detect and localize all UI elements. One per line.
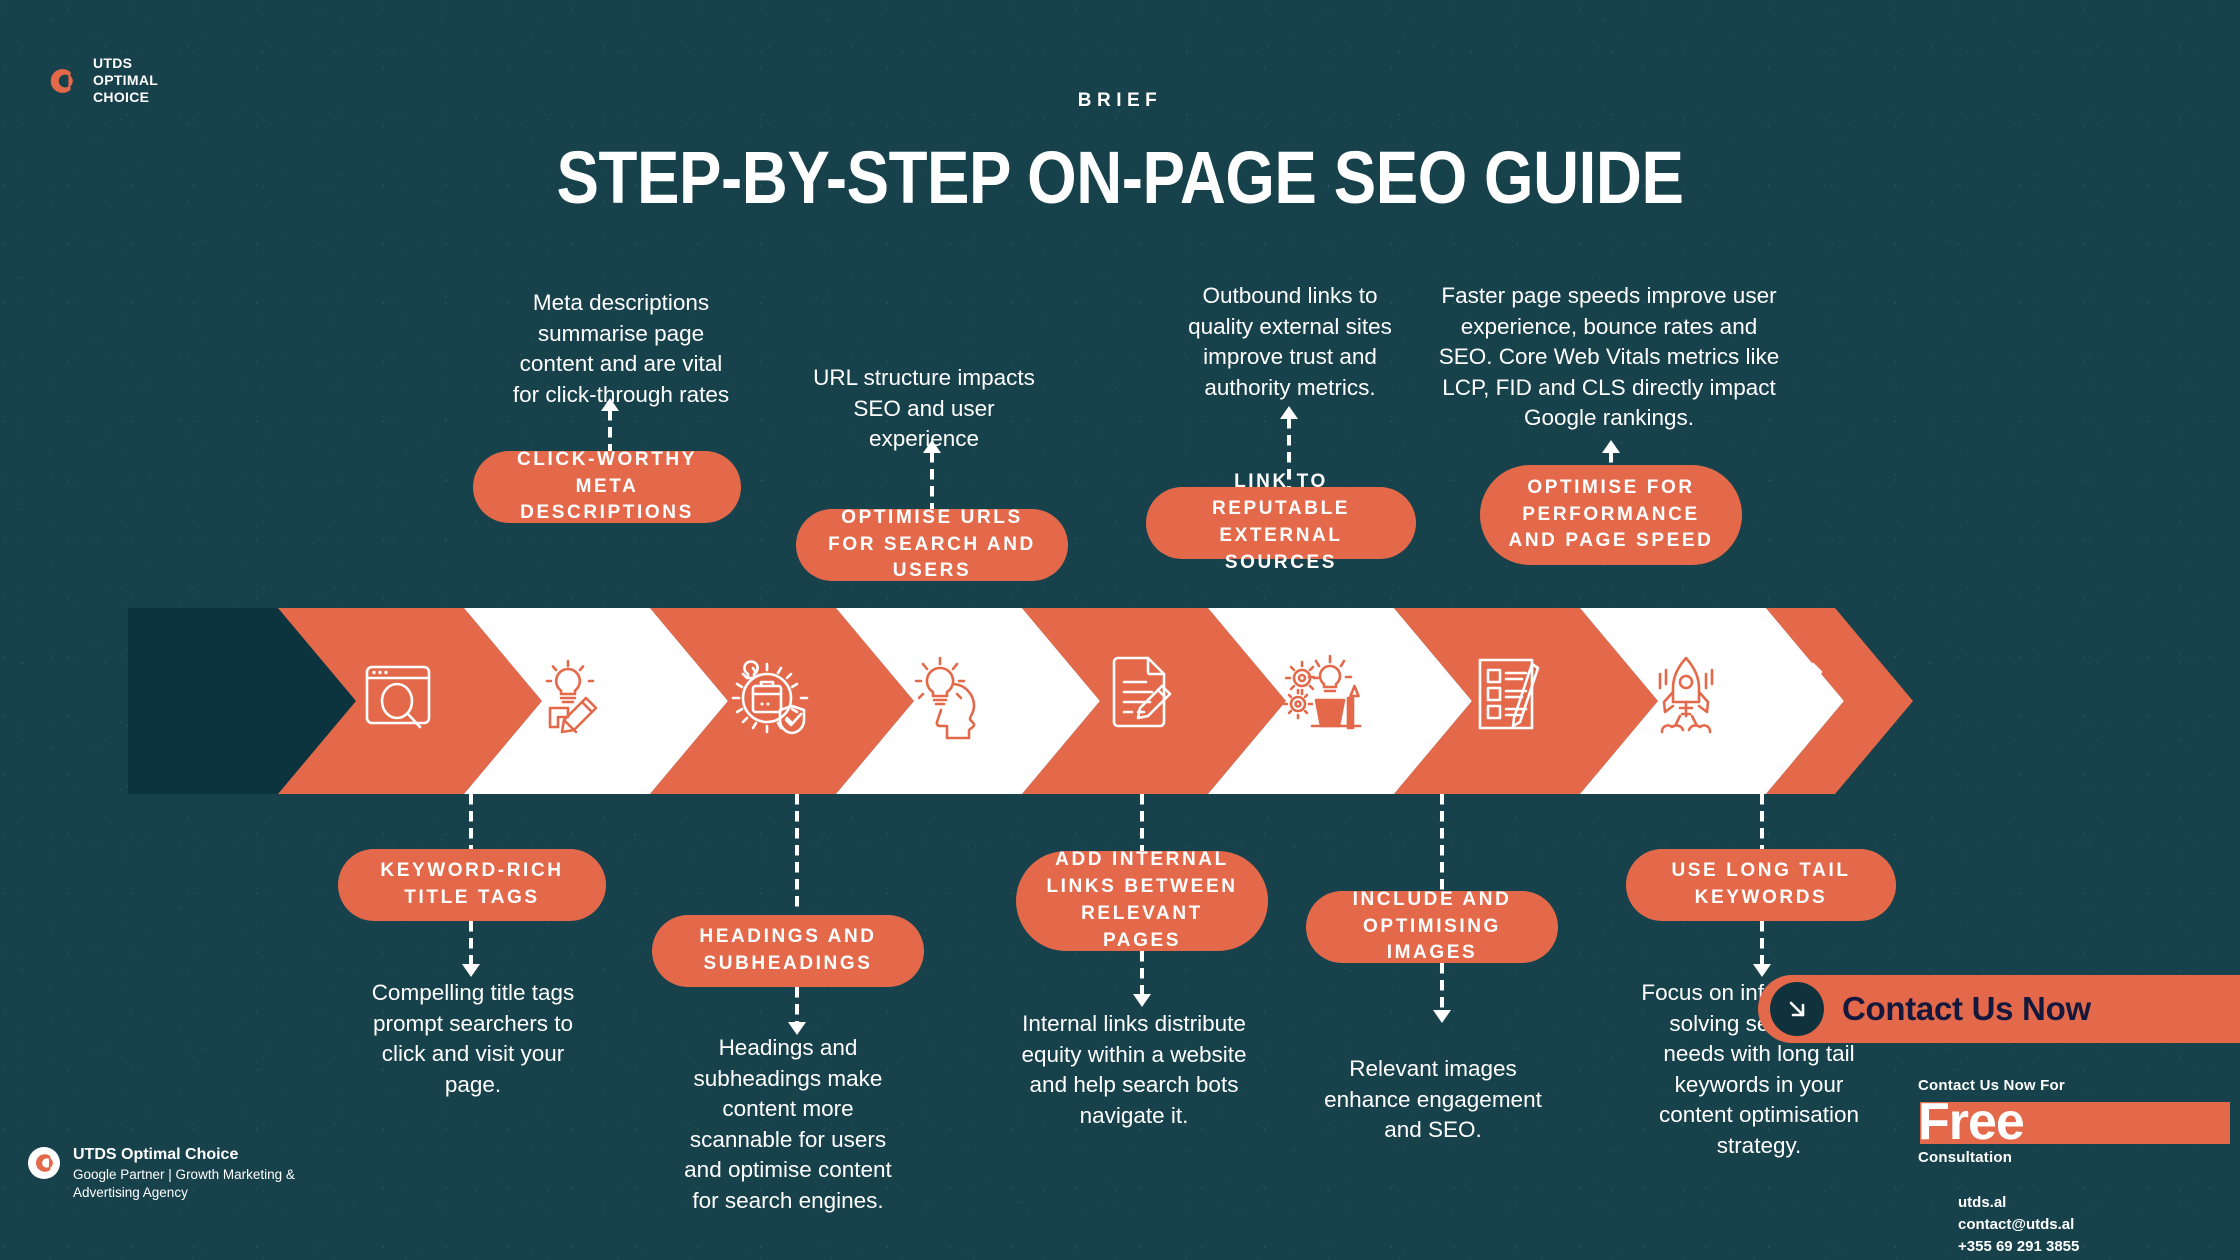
brand-logo-footer: UTDS Optimal Choice Google Partner | Gro… [28, 1145, 351, 1202]
connector-step-5-bottom [1132, 951, 1152, 1007]
note-step-1: Compelling title tags prompt searchers t… [371, 980, 575, 1097]
promo-highlight-text: Free [1918, 1093, 2025, 1151]
connector-step-7-bottom [1432, 963, 1452, 1023]
connector-stem [1140, 951, 1144, 995]
connector-stem [1440, 963, 1444, 1011]
logo-line-2: OPTIMAL [93, 72, 159, 89]
promo-line-1: Contact Us Now For [1918, 1077, 2065, 1094]
page-title: STEP-BY-STEP ON-PAGE SEO GUIDE [556, 136, 1684, 219]
connector-stem [469, 921, 473, 965]
connector-stem [795, 794, 799, 908]
connector-step-1-bottom [461, 921, 481, 977]
connector-step-9-top [1752, 794, 1772, 850]
arrow-head-icon [462, 964, 480, 977]
pill-step-4[interactable]: OPTIMISE URLS FOR SEARCH AND USERS [796, 507, 1068, 581]
promo-line-3: Consultation [1918, 1149, 2013, 1166]
pill-step-7[interactable]: INCLUDE AND OPTIMISING IMAGES [1306, 889, 1558, 963]
contact-us-now-label: Contact Us Now [1842, 990, 2091, 1027]
connector-step-7-top [1432, 794, 1452, 890]
connector-step-2-bottom [787, 987, 807, 1035]
note-step-5: Internal links distribute equity within … [1021, 1011, 1247, 1128]
note-step-6: Outbound links to quality external sites… [1188, 283, 1392, 400]
cta-widget: Contact Us Now Contact Us Now For Free C… [1758, 975, 2240, 1257]
pill-step-3[interactable]: CLICK-WORTHY META DESCRIPTIONS [473, 449, 741, 523]
pill-step-9[interactable]: USE LONG TAIL KEYWORDS [1626, 849, 1896, 921]
process-arrow-band [128, 608, 1913, 794]
pill-step-2[interactable]: HEADINGS AND SUBHEADINGS [652, 915, 924, 987]
promo-highlight-wrap: Free [1918, 1096, 2240, 1148]
connector-stem [1760, 794, 1764, 850]
connector-stem [1140, 794, 1144, 852]
contact-website[interactable]: utds.al [1958, 1192, 2240, 1214]
arrow-head-icon [1133, 994, 1151, 1007]
pill-step-5[interactable]: ADD INTERNAL LINKS BETWEEN RELEVANT PAGE… [1016, 849, 1268, 951]
connector-stem [1760, 921, 1764, 965]
pill-step-6[interactable]: LINK TO REPUTABLE EXTERNAL SOURCES [1146, 471, 1416, 573]
utds-circle-logo-icon [28, 1146, 60, 1179]
connector-step-9-bottom [1752, 921, 1772, 977]
chevron-list [278, 608, 1913, 794]
connector-step-1-top [461, 794, 481, 850]
note-step-8: Faster page speeds improve user experien… [1438, 283, 1780, 431]
arrow-head-icon [1433, 1010, 1451, 1023]
contact-us-now-button[interactable]: Contact Us Now [1758, 975, 2240, 1043]
connector-step-2-top [787, 794, 807, 908]
note-step-7: Relevant images enhance engagement and S… [1324, 1056, 1542, 1143]
free-consultation-promo: Contact Us Now For Free Consultation [1758, 1077, 2240, 1166]
note-step-2: Headings and subheadings make content mo… [684, 1035, 892, 1213]
connector-stem [795, 987, 799, 1023]
connector-stem [469, 794, 473, 850]
connector-stem [1440, 794, 1444, 890]
note-step-3: Meta descriptions summarise page content… [512, 290, 730, 407]
pill-step-8[interactable]: OPTIMISE FOR PERFORMANCE AND PAGE SPEED [1480, 465, 1742, 565]
brand-footer-name: UTDS Optimal Choice [73, 1145, 239, 1163]
brand-footer-desc: Google Partner | Growth Marketing & Adve… [73, 1166, 295, 1200]
logo-line-1: UTDS [93, 55, 133, 71]
contact-details: utds.al contact@utds.al +355 69 291 3855 [1758, 1192, 2240, 1257]
arrow-down-right-icon [1770, 982, 1824, 1036]
contact-phone[interactable]: +355 69 291 3855 [1958, 1236, 2240, 1258]
pill-step-1[interactable]: KEYWORD-RICH TITLE TAGS [338, 849, 606, 921]
page-kicker: BRIEF [1077, 90, 1163, 111]
contact-email[interactable]: contact@utds.al [1958, 1214, 2240, 1236]
connector-step-5-top [1132, 794, 1152, 852]
brand-footer-text: UTDS Optimal Choice Google Partner | Gro… [73, 1145, 351, 1202]
